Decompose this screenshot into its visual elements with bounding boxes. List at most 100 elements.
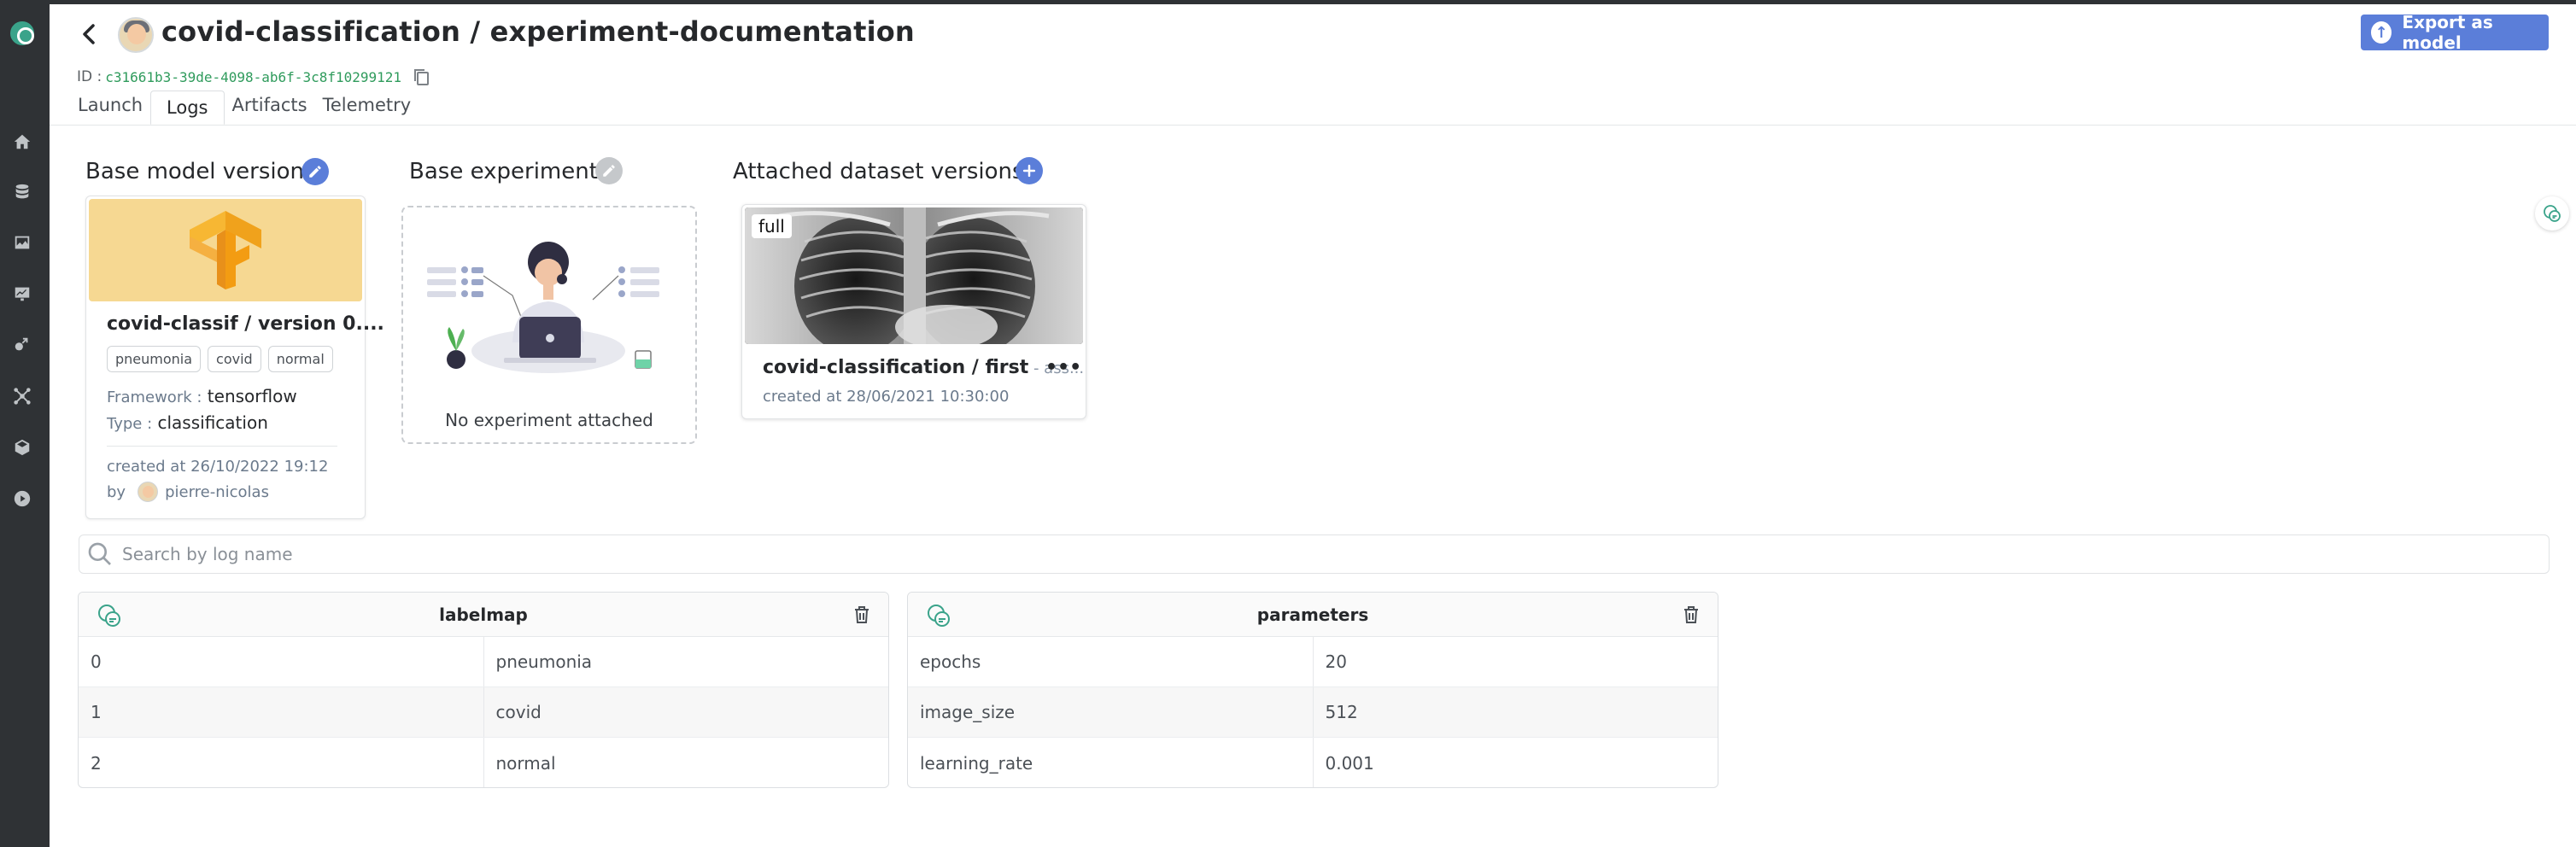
datasets-title: Attached dataset versions bbox=[733, 159, 1024, 184]
tag-normal: normal bbox=[267, 346, 333, 372]
log-table-parameters: parameters epochs 20 image_size 512 lear… bbox=[907, 592, 1718, 788]
no-experiment-text: No experiment attached bbox=[445, 410, 653, 430]
dataset-thumbnail: full bbox=[745, 207, 1083, 344]
export-label: Export as model bbox=[2402, 12, 2493, 53]
page-title: covid-classification / experiment-docume… bbox=[161, 15, 915, 48]
base-model-title: Base model version bbox=[85, 159, 305, 184]
base-experiment-empty: No experiment attached bbox=[401, 206, 697, 444]
table-row: learning_rate 0.001 bbox=[908, 738, 1718, 787]
dataset-name-row: covid-classification / first - ass... bbox=[763, 357, 1084, 378]
copy-icon[interactable] bbox=[412, 67, 430, 87]
table-cell-value: 0.001 bbox=[1312, 738, 1718, 787]
tag-covid: covid bbox=[208, 346, 261, 372]
dataset-card[interactable]: full covid-classification / first - ass.… bbox=[741, 204, 1086, 419]
table-cell-value: pneumonia bbox=[483, 637, 889, 686]
type-row: Type : classification bbox=[107, 412, 268, 433]
tab-telemetry[interactable]: Telemetry bbox=[315, 91, 419, 125]
more-options-icon[interactable]: ••• bbox=[1045, 357, 1081, 378]
processing-icon[interactable] bbox=[12, 488, 32, 509]
table-cell-value: covid bbox=[483, 687, 889, 737]
edit-base-model-button[interactable] bbox=[302, 158, 329, 185]
table-cell-key: image_size bbox=[920, 702, 1016, 722]
projects-icon[interactable] bbox=[12, 283, 32, 304]
add-dataset-button[interactable] bbox=[1016, 157, 1043, 184]
type-label: Type : bbox=[107, 415, 153, 433]
dataset-created: created at 28/06/2021 10:30:00 bbox=[763, 388, 1010, 406]
tab-launch[interactable]: Launch bbox=[70, 91, 150, 125]
log-table-header: labelmap bbox=[79, 593, 888, 637]
search-input[interactable] bbox=[122, 544, 2514, 564]
framework-value: tensorflow bbox=[207, 386, 297, 406]
table-cell-key: 0 bbox=[91, 651, 102, 672]
log-search bbox=[79, 534, 2550, 574]
tab-artifacts[interactable]: Artifacts bbox=[225, 91, 315, 125]
log-title: parameters bbox=[1256, 605, 1369, 625]
tensorflow-logo-icon bbox=[190, 211, 261, 289]
model-banner bbox=[89, 199, 362, 301]
export-as-model-button[interactable]: ↑ Export as model bbox=[2361, 12, 2549, 53]
author-name: pierre-nicolas bbox=[165, 482, 269, 501]
table-cell-key: 1 bbox=[91, 702, 102, 722]
plus-icon bbox=[1022, 164, 1036, 178]
trash-icon[interactable] bbox=[852, 605, 871, 625]
table-row: 2 normal bbox=[79, 738, 889, 787]
table-row: image_size 512 bbox=[908, 687, 1718, 738]
chevron-left-icon bbox=[83, 24, 95, 44]
tabs-divider bbox=[50, 125, 2576, 126]
sidebar bbox=[0, 0, 50, 847]
chat-icon[interactable] bbox=[2535, 196, 2569, 231]
card-divider bbox=[107, 446, 337, 447]
experiment-id: ID : c31661b3-39de-4098-ab6f-3c8f1029912… bbox=[77, 67, 430, 87]
log-title: labelmap bbox=[439, 605, 528, 625]
by-label: by bbox=[107, 482, 126, 501]
log-chat-icon[interactable] bbox=[925, 603, 952, 628]
datasets-icon[interactable] bbox=[12, 232, 32, 253]
tag-pneumonia: pneumonia bbox=[107, 346, 202, 372]
top-strip bbox=[0, 0, 2576, 4]
deployments-icon[interactable] bbox=[12, 386, 32, 406]
log-table-labelmap: labelmap 0 pneumonia 1 covid 2 normal bbox=[78, 592, 889, 788]
chest-xray-image bbox=[745, 207, 1083, 344]
table-cell-key: learning_rate bbox=[920, 752, 1033, 774]
edit-base-experiment-button[interactable] bbox=[595, 157, 623, 184]
model-author-row: by pierre-nicolas bbox=[107, 482, 269, 502]
upload-arrow-icon: ↑ bbox=[2371, 21, 2392, 44]
table-row: 0 pneumonia bbox=[79, 637, 888, 687]
project-avatar bbox=[118, 17, 154, 53]
table-cell-value: 20 bbox=[1312, 637, 1718, 686]
dataset-name: covid-classification / first bbox=[763, 357, 1029, 378]
base-experiment-title: Base experiment bbox=[409, 159, 598, 184]
dataset-type-badge: full bbox=[752, 214, 792, 238]
models-icon[interactable] bbox=[12, 335, 32, 355]
model-created: created at 26/10/2022 19:12 bbox=[107, 458, 329, 476]
table-row: epochs 20 bbox=[908, 637, 1718, 687]
person-laptop-illustration bbox=[427, 242, 659, 373]
pencil-icon bbox=[309, 166, 321, 178]
search-icon bbox=[88, 542, 111, 565]
author-avatar bbox=[138, 482, 159, 502]
table-cell-key: 2 bbox=[91, 752, 102, 774]
id-label: ID : bbox=[77, 68, 102, 85]
type-value: classification bbox=[157, 412, 268, 433]
table-row: 1 covid bbox=[79, 687, 888, 738]
tab-logs[interactable]: Logs bbox=[150, 91, 225, 125]
tab-bar: Launch Logs Artifacts Telemetry bbox=[70, 91, 419, 125]
framework-row: Framework : tensorflow bbox=[107, 386, 297, 406]
datalake-icon[interactable] bbox=[12, 182, 32, 202]
home-icon[interactable] bbox=[12, 131, 32, 152]
table-cell-key: epochs bbox=[920, 651, 981, 672]
model-tags: pneumonia covid normal bbox=[107, 346, 333, 372]
back-button[interactable] bbox=[75, 17, 104, 51]
log-table-header: parameters bbox=[908, 593, 1718, 637]
base-model-card[interactable]: covid-classif / version 0.... pneumonia … bbox=[85, 196, 384, 519]
model-name: covid-classif / version 0.... bbox=[107, 313, 384, 335]
table-cell-value: 512 bbox=[1312, 687, 1718, 737]
table-cell-value: normal bbox=[483, 738, 889, 787]
framework-label: Framework : bbox=[107, 388, 202, 406]
log-chat-icon[interactable] bbox=[96, 603, 123, 628]
trash-icon[interactable] bbox=[1682, 605, 1701, 625]
app-logo[interactable] bbox=[8, 19, 37, 48]
id-value: c31661b3-39de-4098-ab6f-3c8f10299121 bbox=[105, 68, 402, 85]
pencil-icon bbox=[603, 165, 615, 177]
registry-icon[interactable] bbox=[12, 437, 32, 458]
